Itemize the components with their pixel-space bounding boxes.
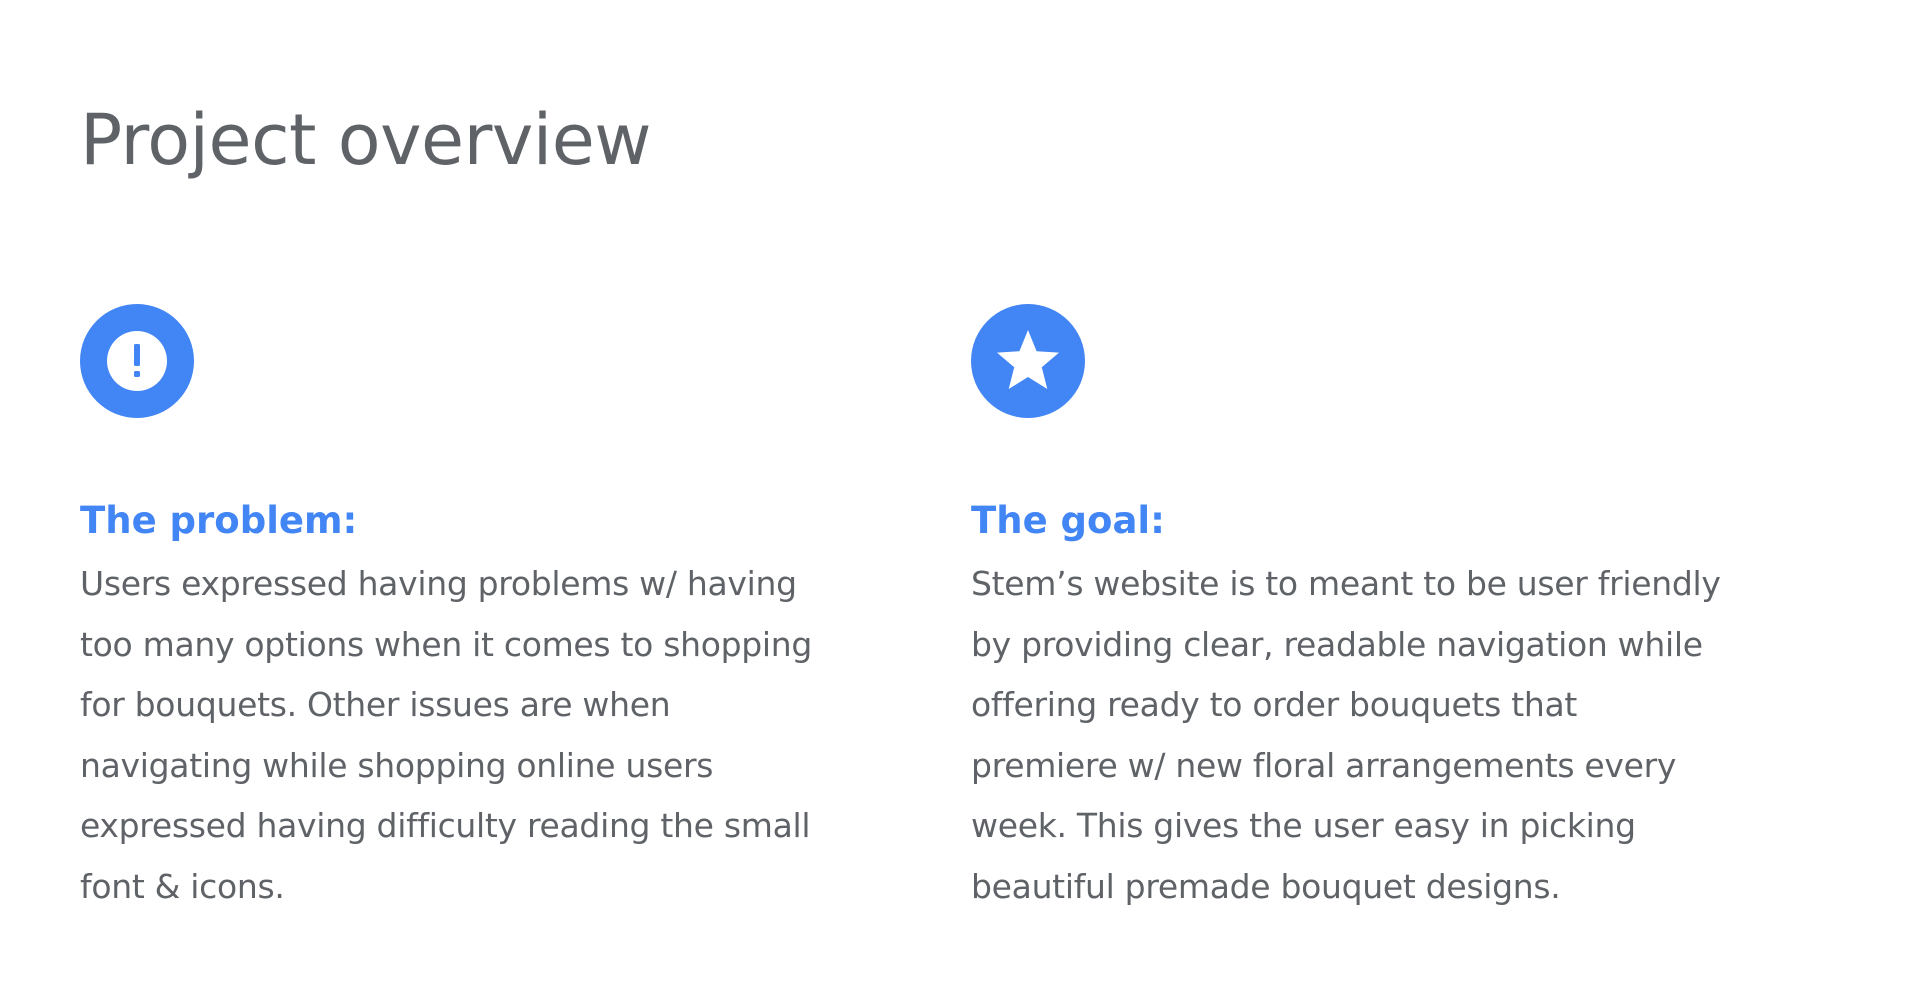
problem-icon-badge	[80, 304, 194, 418]
exclamation-icon	[107, 331, 167, 391]
problem-heading: The problem:	[80, 499, 358, 542]
goal-section: The goal: Stem’s website is to meant to …	[971, 304, 1731, 917]
goal-icon-badge	[971, 304, 1085, 418]
goal-heading: The goal:	[971, 499, 1165, 542]
goal-description: Stem’s website is to meant to be user fr…	[971, 564, 1721, 906]
problem-section: The problem: Users expressed having prob…	[80, 304, 840, 917]
star-icon	[997, 330, 1059, 389]
problem-description: Users expressed having problems w/ havin…	[80, 564, 813, 906]
page-title: Project overview	[80, 99, 652, 181]
